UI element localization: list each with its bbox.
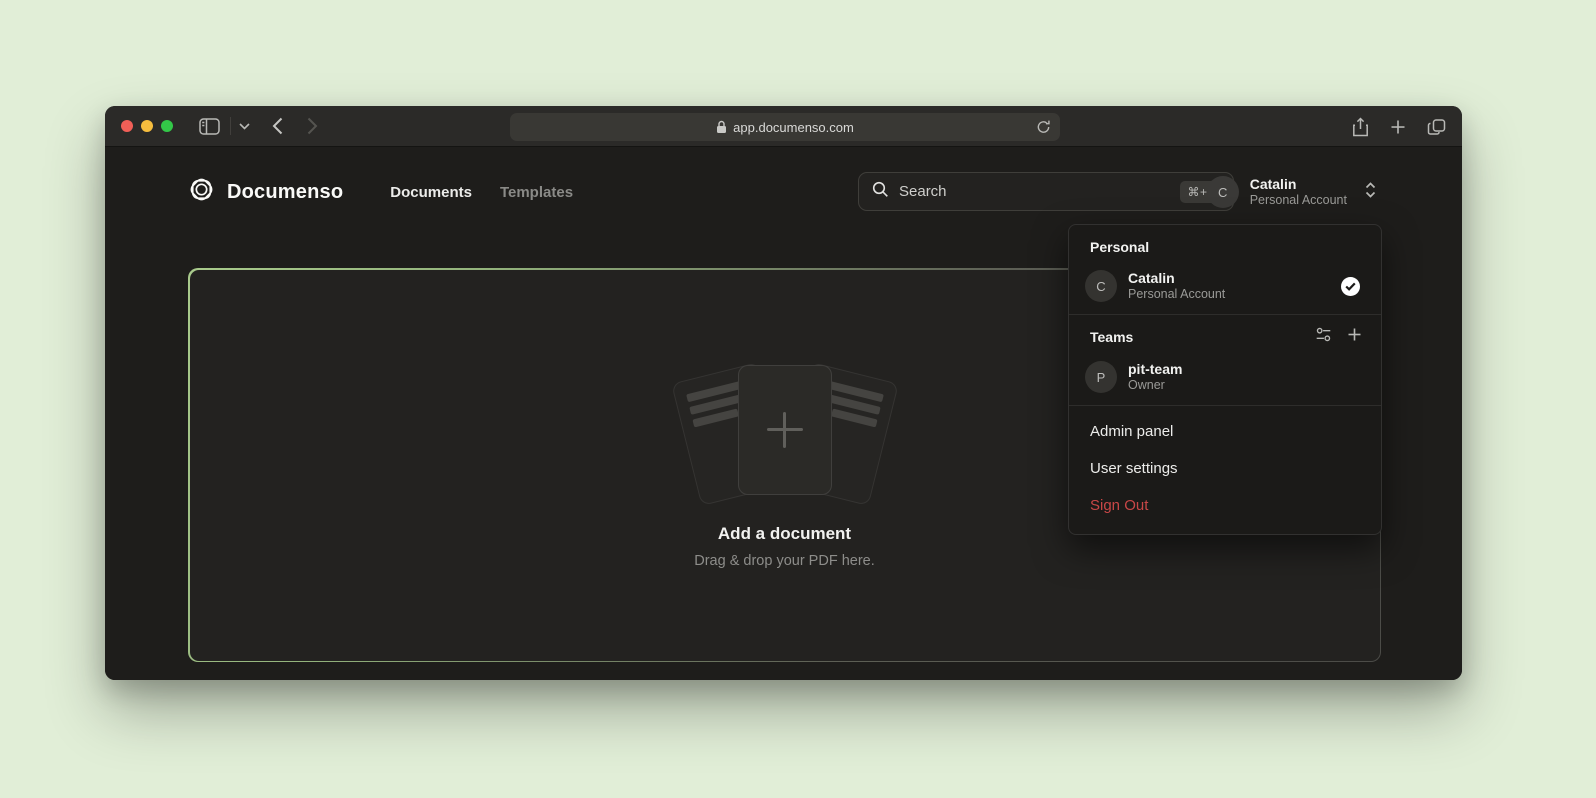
menu-item-admin-panel[interactable]: Admin panel <box>1069 413 1381 450</box>
manage-teams-icon[interactable] <box>1315 326 1332 348</box>
account-row-subtitle: Personal Account <box>1128 287 1330 302</box>
zoom-window-button[interactable] <box>161 120 173 132</box>
toolbar-divider <box>230 117 231 135</box>
new-tab-icon[interactable] <box>1390 119 1406 135</box>
dropzone-subtitle: Drag & drop your PDF here. <box>190 553 1380 569</box>
account-name: Catalin <box>1250 176 1347 193</box>
selected-check-icon <box>1341 277 1360 296</box>
team-row[interactable]: P pit-team Owner <box>1069 356 1381 405</box>
documenso-logo-icon <box>188 176 215 208</box>
forward-icon[interactable] <box>307 117 318 135</box>
teams-section-header: Teams <box>1069 315 1381 356</box>
address-text: app.documenso.com <box>733 120 854 135</box>
share-icon[interactable] <box>1352 117 1369 137</box>
browser-toolbar: app.documenso.com <box>105 106 1462 147</box>
account-row-name: Catalin <box>1128 270 1330 287</box>
back-icon[interactable] <box>272 117 283 135</box>
personal-section-label: Personal <box>1069 237 1381 265</box>
search-input[interactable] <box>899 183 1180 200</box>
add-team-icon[interactable] <box>1347 327 1362 347</box>
close-window-button[interactable] <box>121 120 133 132</box>
brand[interactable]: Documenso <box>188 176 343 208</box>
plus-icon <box>767 412 803 448</box>
tab-overview-icon[interactable] <box>1427 118 1446 136</box>
account-subtitle: Personal Account <box>1250 193 1347 208</box>
team-row-name: pit-team <box>1128 361 1360 378</box>
team-row-role: Owner <box>1128 378 1360 393</box>
menu-item-user-settings[interactable]: User settings <box>1069 450 1381 487</box>
nav-documents[interactable]: Documents <box>390 184 472 201</box>
sidebar-icon[interactable] <box>199 118 220 135</box>
avatar: C <box>1085 270 1117 302</box>
menu-item-sign-out[interactable]: Sign Out <box>1069 487 1381 524</box>
browser-window: app.documenso.com <box>105 106 1462 680</box>
nav-templates[interactable]: Templates <box>500 184 573 201</box>
teams-section-label: Teams <box>1090 329 1315 345</box>
traffic-lights <box>105 120 173 132</box>
documenso-page: Documenso Documents Templates ⌘+K C <box>105 148 1462 680</box>
search-bar[interactable]: ⌘+K <box>858 172 1234 211</box>
minimize-window-button[interactable] <box>141 120 153 132</box>
document-card-add <box>738 365 832 495</box>
address-bar[interactable]: app.documenso.com <box>510 113 1060 141</box>
lock-icon <box>716 120 727 134</box>
personal-account-row[interactable]: C Catalin Personal Account <box>1069 265 1381 314</box>
account-menu-button[interactable]: C Catalin Personal Account <box>1207 170 1377 214</box>
chevrons-up-down-icon <box>1364 182 1377 203</box>
app-header: Documenso Documents Templates ⌘+K C <box>188 170 1381 214</box>
search-icon <box>872 181 889 203</box>
account-dropdown-menu: Personal C Catalin Personal Account Team… <box>1068 224 1382 535</box>
reload-icon[interactable] <box>1036 119 1051 138</box>
avatar: C <box>1207 176 1239 208</box>
brand-name: Documenso <box>227 181 343 204</box>
chevron-down-icon[interactable] <box>239 123 250 130</box>
main-nav: Documents Templates <box>390 184 573 201</box>
avatar: P <box>1085 361 1117 393</box>
